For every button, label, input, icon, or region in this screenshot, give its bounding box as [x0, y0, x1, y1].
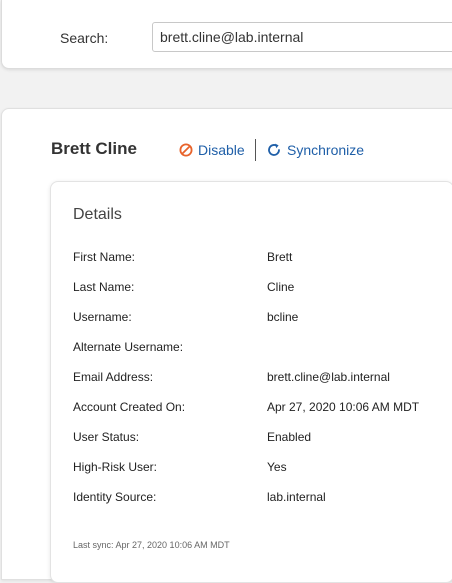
search-label: Search: — [60, 30, 109, 46]
alternate-username-label: Alternate Username: — [73, 340, 184, 354]
details-title: Details — [73, 206, 122, 223]
first-name-value: Brett — [267, 250, 293, 264]
first-name-label: First Name: — [73, 250, 136, 264]
disable-label: Disable — [198, 142, 245, 158]
high-risk-user-label: High-Risk User: — [73, 460, 158, 474]
last-name-value: Cline — [267, 280, 295, 294]
username-label: Username: — [73, 310, 132, 324]
email-address-value: brett.cline@lab.internal — [267, 370, 390, 384]
disable-icon — [179, 143, 193, 157]
email-address-label: Email Address: — [73, 370, 154, 384]
search-panel: Search: — [1, 0, 452, 69]
username-value: bcline — [267, 310, 299, 324]
high-risk-user-value: Yes — [267, 460, 287, 474]
user-panel: Brett Cline Disable Synchronize Details … — [1, 108, 452, 583]
details-card: Details First Name: Brett Last Name: Cli… — [50, 181, 452, 583]
user-status-value: Enabled — [267, 430, 312, 444]
sync-icon — [266, 142, 282, 158]
synchronize-label: Synchronize — [287, 142, 365, 158]
action-divider — [255, 139, 256, 161]
account-created-label: Account Created On: — [73, 400, 186, 414]
last-name-label: Last Name: — [73, 280, 135, 294]
identity-source-value: lab.internal — [267, 490, 326, 504]
disable-button[interactable]: Disable — [179, 142, 245, 158]
last-sync-text: Last sync: Apr 27, 2020 10:06 AM MDT — [73, 540, 230, 550]
identity-source-label: Identity Source: — [73, 490, 157, 504]
synchronize-button[interactable]: Synchronize — [266, 142, 364, 158]
user-status-label: User Status: — [73, 430, 140, 444]
user-name-heading: Brett Cline — [51, 139, 137, 158]
search-input[interactable] — [152, 22, 452, 52]
account-created-value: Apr 27, 2020 10:06 AM MDT — [267, 400, 420, 414]
